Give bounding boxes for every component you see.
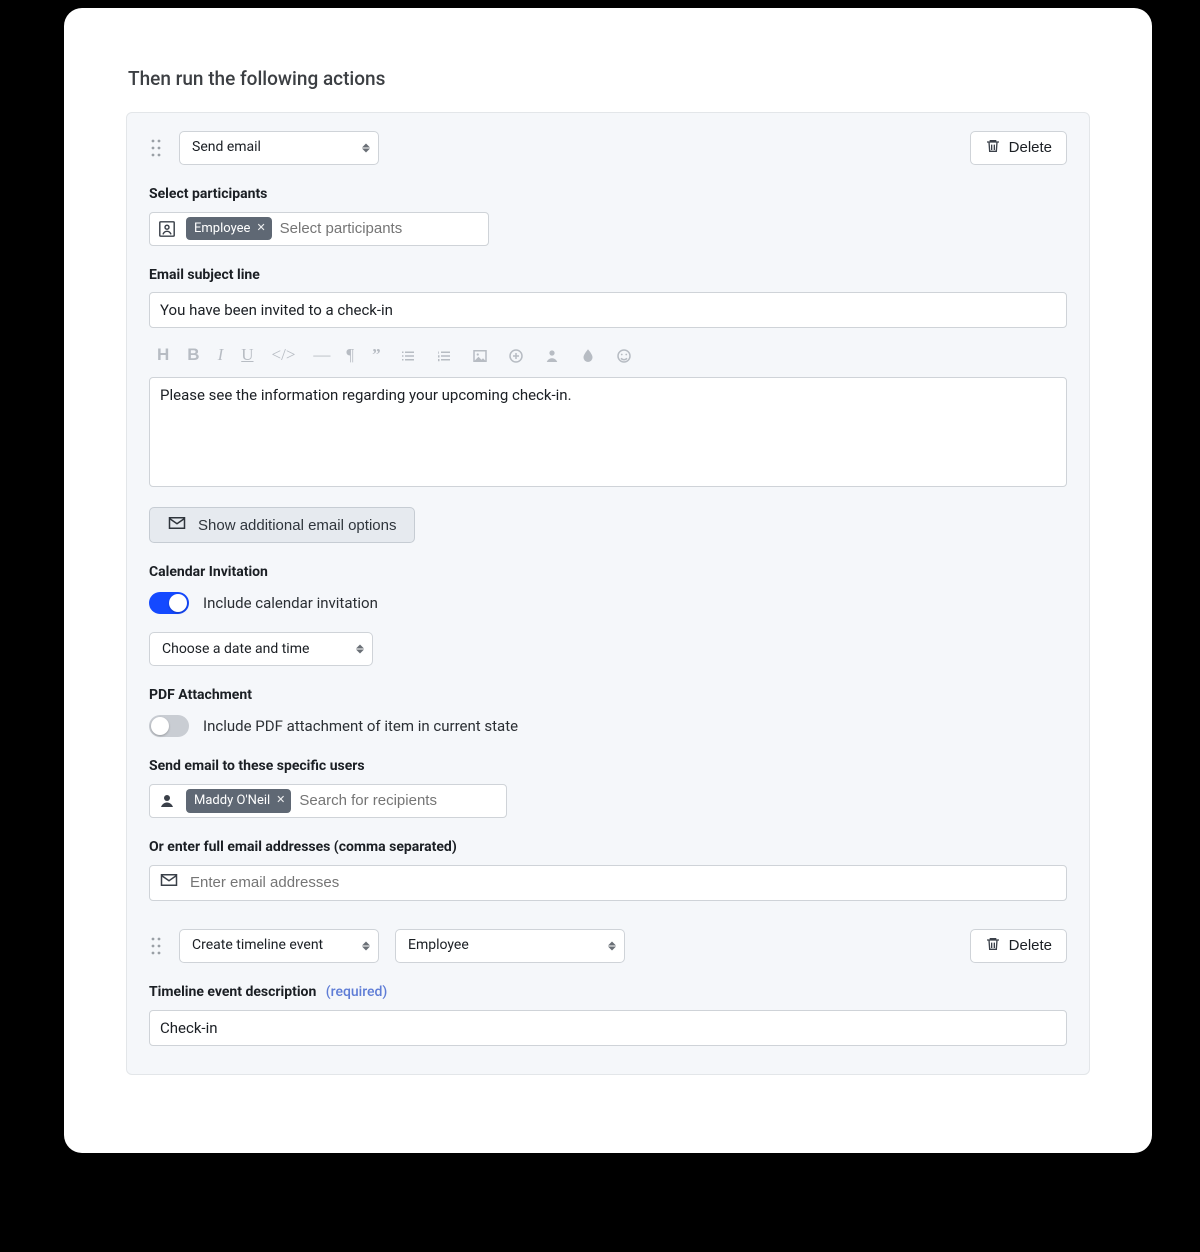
rte-toolbar: H B I U </> — ¶ ” [149, 328, 1067, 377]
delete-label: Delete [1009, 139, 1052, 156]
code-icon[interactable]: </> [272, 344, 296, 367]
action-send-email: Send email Delete Select participants [149, 131, 1067, 901]
timeline-target-value: Employee [408, 936, 469, 955]
raw-emails-input[interactable] [188, 873, 1056, 892]
actions-card: Then run the following actions Send emai… [64, 8, 1152, 1153]
delete-action-button[interactable]: Delete [970, 929, 1067, 963]
chip-label: Employee [194, 220, 250, 238]
ul-icon[interactable] [399, 347, 417, 365]
add-icon[interactable] [507, 347, 525, 365]
specific-users-input[interactable]: Maddy O'Neil ✕ [149, 784, 507, 818]
italic-icon[interactable]: I [218, 344, 224, 367]
chip-label: Maddy O'Neil [194, 792, 270, 810]
calendar-heading: Calendar Invitation [149, 563, 1067, 582]
chip-remove-icon[interactable]: ✕ [276, 793, 285, 808]
chip-remove-icon[interactable]: ✕ [256, 221, 265, 236]
heading-icon[interactable]: H [157, 344, 169, 367]
action-type-select[interactable]: Create timeline event [179, 929, 379, 963]
envelope-icon [168, 516, 186, 534]
participants-label: Select participants [149, 185, 1067, 204]
required-hint: (required) [326, 984, 388, 1000]
envelope-icon [160, 873, 178, 893]
action-timeline-event: Create timeline event Employee Delete [149, 929, 1067, 1046]
drop-icon[interactable] [579, 347, 597, 365]
drag-handle-icon[interactable] [149, 935, 163, 957]
calendar-toggle-label: Include calendar invitation [203, 593, 378, 613]
trash-icon [985, 936, 1001, 956]
emoji-icon[interactable] [615, 347, 633, 365]
calendar-toggle[interactable] [149, 592, 189, 614]
drag-handle-icon[interactable] [149, 137, 163, 159]
specific-users-label: Send email to these specific users [149, 757, 1067, 776]
participant-chip[interactable]: Employee ✕ [186, 217, 272, 241]
underline-icon[interactable]: U [241, 344, 253, 367]
caret-icon [362, 941, 370, 950]
pdf-toggle-label: Include PDF attachment of item in curren… [203, 716, 518, 736]
raw-emails-label: Or enter full email addresses (comma sep… [149, 838, 1067, 857]
participants-input[interactable]: Employee ✕ [149, 212, 489, 246]
caret-icon [362, 143, 370, 152]
timeline-target-select[interactable]: Employee [395, 929, 625, 963]
image-icon[interactable] [471, 347, 489, 365]
ol-icon[interactable] [435, 347, 453, 365]
pdf-heading: PDF Attachment [149, 686, 1067, 705]
trash-icon [985, 138, 1001, 158]
caret-icon [608, 941, 616, 950]
person-frame-icon [154, 220, 180, 238]
hr-icon[interactable]: — [313, 344, 328, 367]
delete-action-button[interactable]: Delete [970, 131, 1067, 165]
delete-label: Delete [1009, 937, 1052, 954]
bold-icon[interactable]: B [187, 344, 199, 367]
caret-icon [356, 645, 364, 654]
calendar-date-value: Choose a date and time [162, 640, 309, 659]
participants-text-input[interactable] [278, 219, 481, 238]
recipient-chip[interactable]: Maddy O'Neil ✕ [186, 789, 291, 813]
show-additional-label: Show additional email options [198, 517, 396, 534]
calendar-date-select[interactable]: Choose a date and time [149, 632, 373, 666]
subject-label: Email subject line [149, 266, 1067, 285]
user-icon[interactable] [543, 347, 561, 365]
timeline-desc-label: Timeline event description (required) [149, 983, 1067, 1002]
actions-panel: Send email Delete Select participants [126, 112, 1090, 1075]
timeline-desc-input[interactable] [149, 1010, 1067, 1046]
raw-emails-input-wrapper[interactable] [149, 865, 1067, 901]
person-icon [154, 792, 180, 810]
subject-input[interactable] [149, 292, 1067, 328]
show-additional-options-button[interactable]: Show additional email options [149, 507, 415, 543]
action-type-value: Send email [192, 138, 261, 157]
quote-icon[interactable]: ” [372, 344, 381, 367]
action-type-select[interactable]: Send email [179, 131, 379, 165]
action-type-value: Create timeline event [192, 936, 323, 955]
specific-users-text-input[interactable] [297, 791, 500, 810]
pdf-toggle[interactable] [149, 715, 189, 737]
email-body-textarea[interactable] [149, 377, 1067, 487]
paragraph-icon[interactable]: ¶ [346, 344, 354, 367]
section-title: Then run the following actions [128, 66, 1090, 92]
